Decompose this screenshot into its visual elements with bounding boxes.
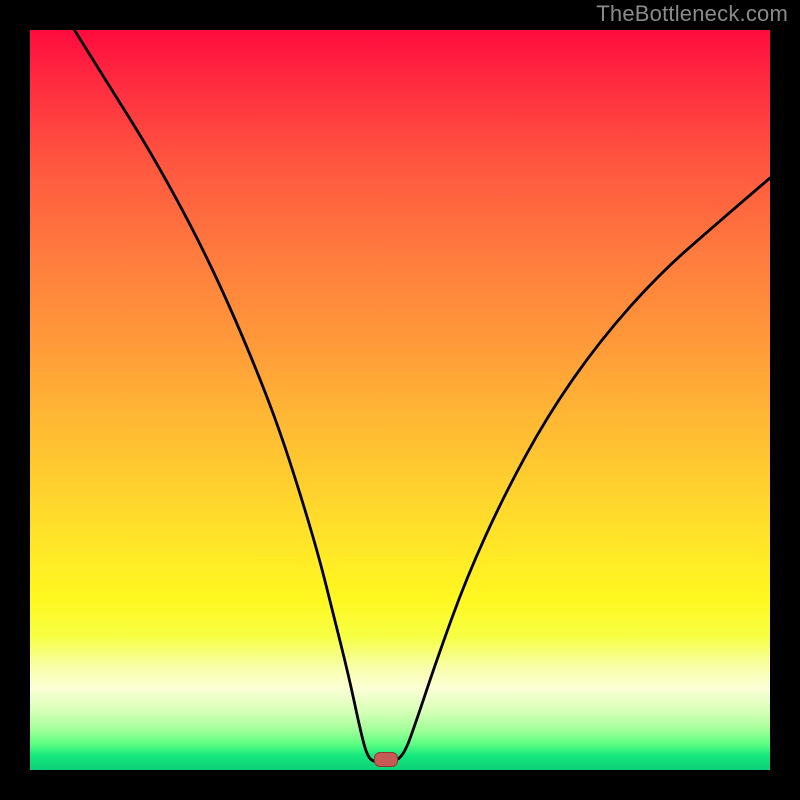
bottleneck-curve [74,30,770,763]
curve-layer [30,30,770,770]
minimum-marker [374,752,398,767]
watermark-text: TheBottleneck.com [596,1,788,27]
plot-area [30,30,770,770]
chart-frame: TheBottleneck.com [0,0,800,800]
